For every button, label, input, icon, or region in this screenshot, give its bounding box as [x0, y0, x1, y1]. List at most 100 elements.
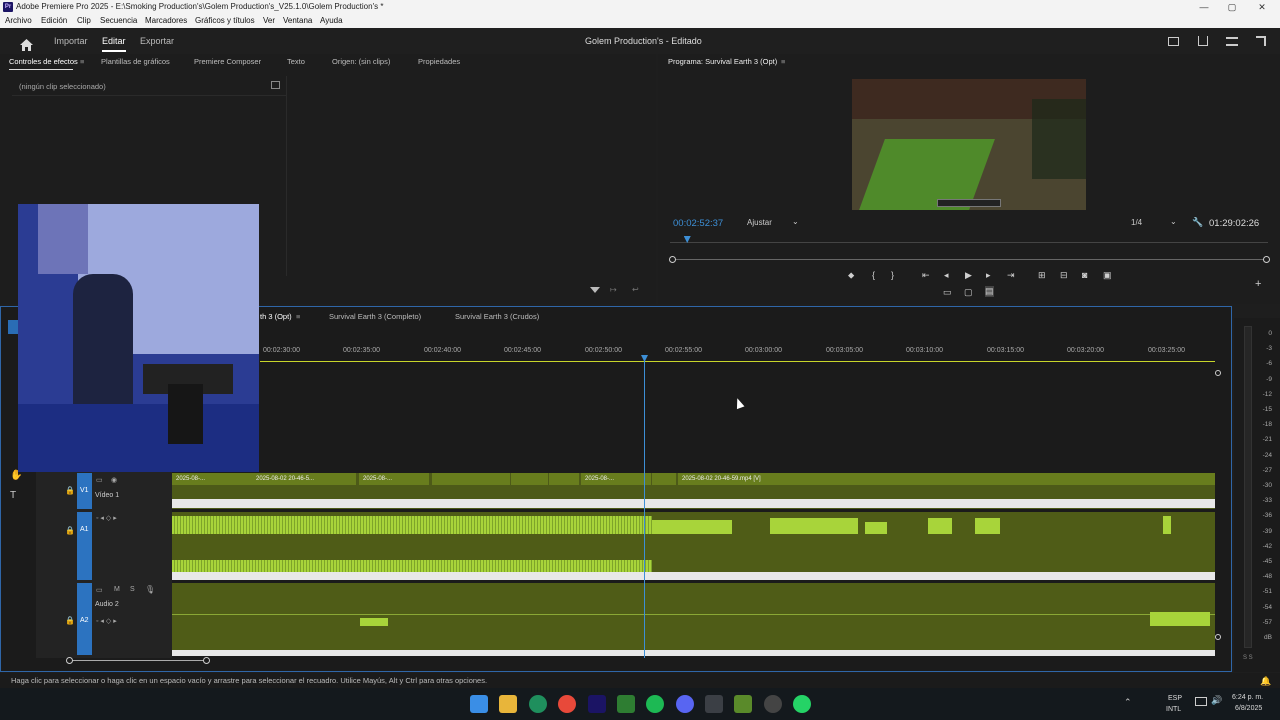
mark-in-icon[interactable]: { [872, 270, 875, 280]
tray-chevron-icon[interactable]: ⌃ [1124, 697, 1132, 708]
panel-toggle-icon[interactable] [271, 81, 280, 89]
clip-v1[interactable]: 2025-08-02 20-46-59.mp4 [V] [678, 473, 1215, 485]
home-icon[interactable] [20, 35, 33, 51]
clip-v1[interactable]: 2025-08-02 20-46-5... [252, 473, 356, 485]
obs-icon[interactable] [764, 695, 782, 713]
menu-marcadores[interactable]: Marcadores [145, 14, 187, 28]
vertical-scroll-bottom[interactable] [1215, 634, 1221, 640]
share-icon[interactable] [1198, 36, 1208, 46]
keyboard-layout[interactable]: INTL [1166, 706, 1181, 713]
text-tool-icon[interactable]: T [10, 490, 16, 501]
h-scroll-left-handle[interactable] [66, 657, 73, 664]
clip-v1[interactable]: 2025-08-... [359, 473, 429, 485]
extract-icon[interactable]: ⊟ [1060, 270, 1068, 281]
add-button-icon[interactable]: + [1255, 278, 1261, 290]
tab-texto[interactable]: Texto [287, 55, 305, 69]
tab-premiere-composer[interactable]: Premiere Composer [194, 55, 261, 69]
safe-margins-icon[interactable]: ▭ [943, 287, 952, 298]
menu-archivo[interactable]: Archivo [5, 14, 32, 28]
zoom-handle-right[interactable] [1263, 256, 1270, 263]
discord-icon[interactable] [676, 695, 694, 713]
zoom-handle-left[interactable] [669, 256, 676, 263]
whatsapp-icon[interactable] [793, 695, 811, 713]
volume-icon[interactable]: 🔊 [1211, 695, 1222, 706]
a2-solo-button[interactable]: S [130, 586, 135, 593]
step-forward-icon[interactable]: ▸ [986, 270, 991, 281]
comparison-view-icon[interactable]: ▣ [1103, 270, 1112, 281]
add-marker-icon[interactable]: ⬥ [848, 270, 854, 281]
language-indicator[interactable]: ESP [1168, 695, 1182, 702]
menu-clip[interactable]: Clip [77, 14, 91, 28]
close-button[interactable]: ✕ [1250, 0, 1274, 14]
quick-export-icon[interactable] [1168, 37, 1179, 46]
menu-ventana[interactable]: Ventana [283, 14, 312, 28]
tab-exportar[interactable]: Exportar [140, 28, 174, 54]
timeline-h-scrollbar[interactable] [68, 660, 208, 661]
filter-icon[interactable] [590, 287, 600, 293]
tab-effect-controls[interactable]: Controles de efectos [9, 55, 78, 69]
clip-v1[interactable] [432, 473, 510, 485]
clip-v1[interactable] [652, 473, 676, 485]
a1-target[interactable] [77, 512, 92, 580]
minecraft-launcher-icon[interactable] [617, 695, 635, 713]
program-menu-icon[interactable]: ≡ [781, 55, 785, 69]
file-explorer-icon[interactable] [499, 695, 517, 713]
tab-origen[interactable]: Origen: (sin clips) [332, 55, 390, 69]
menu-ayuda[interactable]: Ayuda [320, 14, 343, 28]
export-frame-icon[interactable]: ↦ [610, 285, 617, 294]
menu-edicion[interactable]: Edición [41, 14, 67, 28]
work-area-bar[interactable] [260, 361, 1215, 362]
go-to-in-icon[interactable]: ⇤ [922, 270, 930, 281]
menu-graficos[interactable]: Gráficos y títulos [195, 14, 255, 28]
clip-v1[interactable]: 2025-08-... [172, 473, 252, 485]
a2-keyframe-icon[interactable]: ◦ ◂ ◇ ▸ [96, 617, 117, 625]
tab-importar[interactable]: Importar [54, 28, 88, 54]
tab-propiedades[interactable]: Propiedades [418, 55, 460, 69]
workspaces-menu-icon[interactable] [1226, 37, 1238, 46]
a2-track-lane[interactable] [172, 583, 1215, 656]
xbox-icon[interactable] [705, 695, 723, 713]
menu-ver[interactable]: Ver [263, 14, 275, 28]
taskbar-date[interactable]: 6/8/2025 [1235, 705, 1262, 712]
clip-v1[interactable] [549, 473, 579, 485]
h-scroll-right-handle[interactable] [203, 657, 210, 664]
start-icon[interactable] [470, 695, 488, 713]
resolution-dropdown[interactable]: 1/4 [1131, 218, 1142, 227]
clip-v1[interactable] [511, 473, 548, 485]
program-timecode[interactable]: 00:02:52:37 [673, 218, 723, 229]
tab-plantillas[interactable]: Plantillas de gráficos [101, 55, 170, 69]
lift-icon[interactable]: ⊞ [1038, 270, 1046, 281]
panel-menu-icon[interactable]: ≡ [80, 55, 84, 69]
a2-mute-button[interactable]: M [114, 586, 120, 593]
reset-icon[interactable]: ↩ [632, 285, 639, 294]
multicam-icon[interactable]: ▤ [985, 286, 994, 297]
play-icon[interactable]: ▶ [965, 270, 972, 281]
minecraft-icon[interactable] [734, 695, 752, 713]
premiere-taskbar-icon[interactable] [588, 695, 606, 713]
a2-mic-icon[interactable]: 🎙 [145, 585, 155, 594]
chatgpt-icon[interactable] [529, 695, 547, 713]
network-icon[interactable] [1195, 697, 1207, 706]
fullscreen-icon[interactable] [1256, 36, 1266, 46]
tab-sequence-completo[interactable]: Survival Earth 3 (Completo) [329, 310, 421, 324]
tab-sequence-opt[interactable]: th 3 (Opt) [260, 310, 292, 324]
a1-keyframe-icon[interactable]: ◦ ◂ ◇ ▸ [96, 514, 117, 522]
zoom-scrollbar[interactable] [672, 259, 1266, 260]
a2-lock-icon[interactable]: 🔒 [65, 616, 75, 625]
minimize-button[interactable]: — [1192, 0, 1216, 14]
vertical-scroll-top[interactable] [1215, 370, 1221, 376]
go-to-out-icon[interactable]: ⇥ [1007, 270, 1015, 281]
maximize-button[interactable]: ▢ [1220, 0, 1244, 14]
v1-lock-icon[interactable]: 🔒 [65, 486, 75, 495]
chrome-icon[interactable] [558, 695, 576, 713]
menu-secuencia[interactable]: Secuencia [100, 14, 137, 28]
vr-video-icon[interactable]: ▢ [964, 287, 973, 298]
v1-eye-icon[interactable]: ◉ [111, 476, 117, 484]
v1-film-icon[interactable]: ▭ [96, 476, 103, 484]
spotify-icon[interactable] [646, 695, 664, 713]
sequence-menu-icon[interactable]: ≡ [296, 310, 300, 324]
a2-sync-icon[interactable]: ▭ [96, 586, 103, 594]
a1-lock-icon[interactable]: 🔒 [65, 526, 75, 535]
camera-icon[interactable]: ◙ [1082, 270, 1087, 280]
fit-dropdown[interactable]: Ajustar [747, 218, 772, 227]
